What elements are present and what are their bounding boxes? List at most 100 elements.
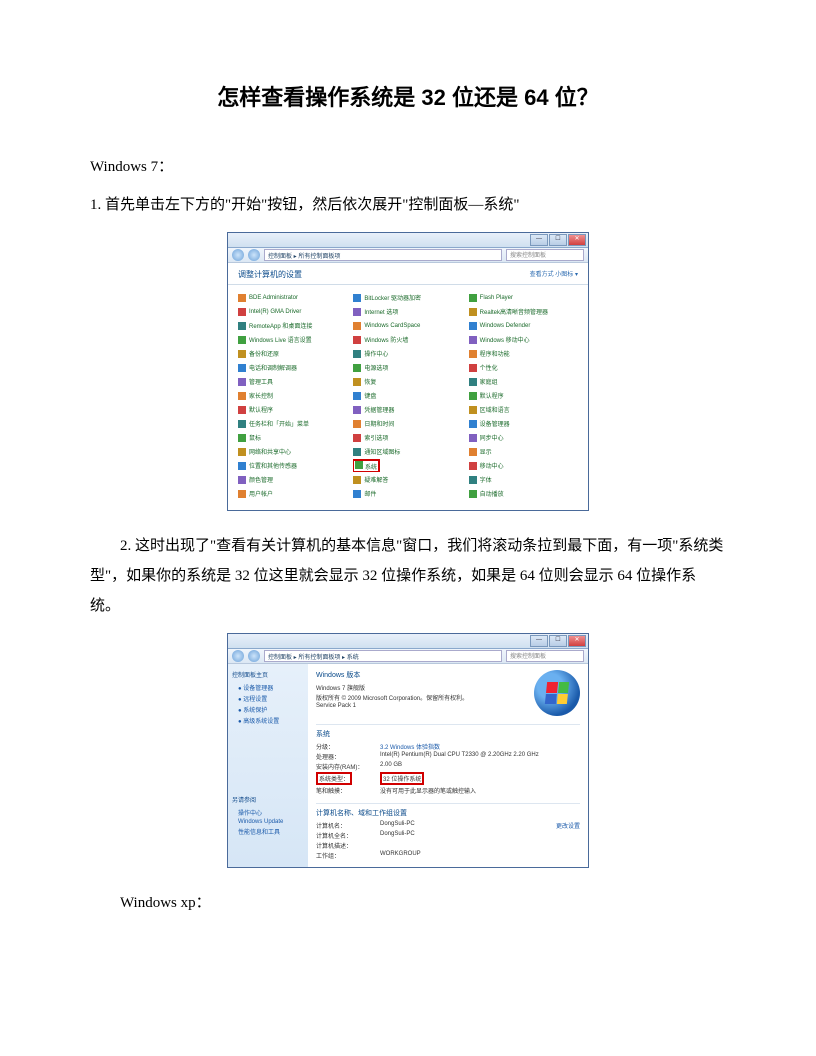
system-main: Windows 版本 Windows 7 旗舰版 版权所有 © 2009 Mic…: [308, 664, 588, 867]
control-panel-item[interactable]: Windows CardSpace: [353, 319, 462, 332]
window-titlebar: — ☐ ✕: [228, 634, 588, 649]
control-panel-item[interactable]: 默认程序: [469, 389, 578, 402]
system-type-value: 32 位操作系统: [380, 772, 424, 785]
control-panel-item-label: 备份和还原: [249, 349, 279, 358]
forward-button[interactable]: [248, 650, 260, 662]
control-panel-item[interactable]: Flash Player: [469, 291, 578, 304]
control-panel-item[interactable]: 同步中心: [469, 431, 578, 444]
system-type-row: 系统类型： 32 位操作系统: [316, 772, 580, 785]
control-panel-item[interactable]: RemoteApp 和桌面连接: [238, 319, 347, 332]
pen-touch-row: 笔和触摸： 没有可用于此显示器的笔或触控输入: [316, 786, 580, 795]
windows-logo-icon: [534, 670, 580, 716]
control-panel-item[interactable]: 鼠标: [238, 431, 347, 444]
rating-value[interactable]: 3.2 Windows 体验指数: [380, 742, 580, 751]
control-panel-item-label: Internet 选项: [364, 307, 398, 316]
control-panel-item[interactable]: 通知区域图标: [353, 445, 462, 458]
control-panel-item[interactable]: 个性化: [469, 361, 578, 374]
control-panel-item[interactable]: 显示: [469, 445, 578, 458]
sidebar-bottom-link[interactable]: 性能信息和工具: [238, 827, 304, 836]
pen-touch-value: 没有可用于此显示器的笔或触控输入: [380, 786, 580, 795]
control-panel-item[interactable]: 备份和还原: [238, 347, 347, 360]
app-icon: [238, 294, 246, 302]
control-panel-item[interactable]: Intel(R) GMA Driver: [238, 305, 347, 318]
back-button[interactable]: [232, 650, 244, 662]
control-panel-item[interactable]: 用户帐户: [238, 487, 347, 500]
breadcrumb-path[interactable]: 控制面板 ▸ 所有控制面板项 ▸ 系统: [264, 650, 502, 662]
control-panel-item-label: 自动播放: [480, 489, 504, 498]
control-panel-item[interactable]: 字体: [469, 473, 578, 486]
control-panel-item[interactable]: BitLocker 驱动器加密: [353, 291, 462, 304]
control-panel-item[interactable]: 疑难解答: [353, 473, 462, 486]
sidebar-bottom-link[interactable]: 操作中心: [238, 808, 304, 817]
control-panel-item[interactable]: 区域和语言: [469, 403, 578, 416]
control-panel-item-label: 设备管理器: [480, 419, 510, 428]
control-panel-item[interactable]: Realtek高清晰音频管理器: [469, 305, 578, 318]
sidebar-link[interactable]: ● 系统保护: [238, 705, 304, 714]
edition-section-title: Windows 版本: [316, 670, 526, 680]
control-panel-item[interactable]: 家长控制: [238, 389, 347, 402]
control-panel-item[interactable]: Windows 移动中心: [469, 333, 578, 346]
control-panel-item[interactable]: 位置和其他传感器: [238, 459, 347, 472]
app-icon: [238, 476, 246, 484]
close-button[interactable]: ✕: [568, 234, 586, 246]
control-panel-item[interactable]: 家庭组: [469, 375, 578, 388]
edition-name: Windows 7 旗舰版: [316, 683, 526, 692]
control-panel-item[interactable]: 默认程序: [238, 403, 347, 416]
control-panel-item[interactable]: Windows 防火墙: [353, 333, 462, 346]
app-icon: [238, 448, 246, 456]
control-panel-item[interactable]: 移动中心: [469, 459, 578, 472]
maximize-button[interactable]: ☐: [549, 635, 567, 647]
control-panel-item-label: 家庭组: [480, 377, 498, 386]
control-panel-item[interactable]: 系统: [353, 459, 462, 472]
close-button[interactable]: ✕: [568, 635, 586, 647]
control-panel-item[interactable]: BDE Administrator: [238, 291, 347, 304]
control-panel-item[interactable]: 程序和功能: [469, 347, 578, 360]
pen-touch-label: 笔和触摸：: [316, 786, 380, 795]
maximize-button[interactable]: ☐: [549, 234, 567, 246]
view-mode-label[interactable]: 查看方式 小图标 ▾: [530, 269, 578, 280]
control-panel-item[interactable]: 键盘: [353, 389, 462, 402]
control-panel-item[interactable]: 恢复: [353, 375, 462, 388]
control-panel-item-label: RemoteApp 和桌面连接: [249, 321, 312, 330]
app-icon: [353, 308, 361, 316]
breadcrumb-path[interactable]: 控制面板 ▸ 所有控制面板项: [264, 249, 502, 261]
sidebar-bottom-link[interactable]: Windows Update: [238, 819, 304, 825]
search-input[interactable]: 搜索控制面板: [506, 650, 584, 662]
control-panel-item[interactable]: Internet 选项: [353, 305, 462, 318]
control-panel-item[interactable]: 日期和时间: [353, 417, 462, 430]
minimize-button[interactable]: —: [530, 635, 548, 647]
control-panel-item[interactable]: 电源选项: [353, 361, 462, 374]
app-icon: [469, 378, 477, 386]
search-input[interactable]: 搜索控制面板: [506, 249, 584, 261]
full-name-row: 计算机全名： DongSuli-PC: [316, 831, 580, 840]
minimize-button[interactable]: —: [530, 234, 548, 246]
control-panel-item[interactable]: 任务栏和「开始」菜单: [238, 417, 347, 430]
control-panel-item[interactable]: 颜色管理: [238, 473, 347, 486]
control-panel-item[interactable]: 邮件: [353, 487, 462, 500]
sidebar-link[interactable]: ● 设备管理器: [238, 683, 304, 692]
change-settings-link[interactable]: 更改设置: [556, 821, 580, 830]
control-panel-item[interactable]: 自动播放: [469, 487, 578, 500]
sidebar-link[interactable]: ● 高级系统设置: [238, 716, 304, 725]
control-panel-item[interactable]: 操作中心: [353, 347, 462, 360]
control-panel-item[interactable]: 网络和共享中心: [238, 445, 347, 458]
control-panel-item-label: Windows Live 语言设置: [249, 335, 312, 344]
back-button[interactable]: [232, 249, 244, 261]
ram-value: 2.00 GB: [380, 762, 580, 771]
control-panel-item-label: 区域和语言: [480, 405, 510, 414]
step-2-text: 2. 这时出现了"查看有关计算机的基本信息"窗口，我们将滚动条拉到最下面，有一项…: [90, 531, 726, 621]
cpu-value: Intel(R) Pentium(R) Dual CPU T2330 @ 2.2…: [380, 752, 580, 761]
control-panel-window: — ☐ ✕ 控制面板 ▸ 所有控制面板项 搜索控制面板 调整计算机的设置 查看方…: [227, 232, 589, 511]
header-title: 调整计算机的设置: [238, 269, 302, 280]
sidebar-link[interactable]: ● 远程设置: [238, 694, 304, 703]
control-panel-item-label: BitLocker 驱动器加密: [364, 293, 421, 302]
control-panel-item[interactable]: Windows Defender: [469, 319, 578, 332]
control-panel-item[interactable]: Windows Live 语言设置: [238, 333, 347, 346]
control-panel-item[interactable]: 凭据管理器: [353, 403, 462, 416]
forward-button[interactable]: [248, 249, 260, 261]
control-panel-item[interactable]: 电话和调制解调器: [238, 361, 347, 374]
control-panel-item[interactable]: 管理工具: [238, 375, 347, 388]
control-panel-item[interactable]: 索引选项: [353, 431, 462, 444]
app-icon: [353, 420, 361, 428]
control-panel-item[interactable]: 设备管理器: [469, 417, 578, 430]
